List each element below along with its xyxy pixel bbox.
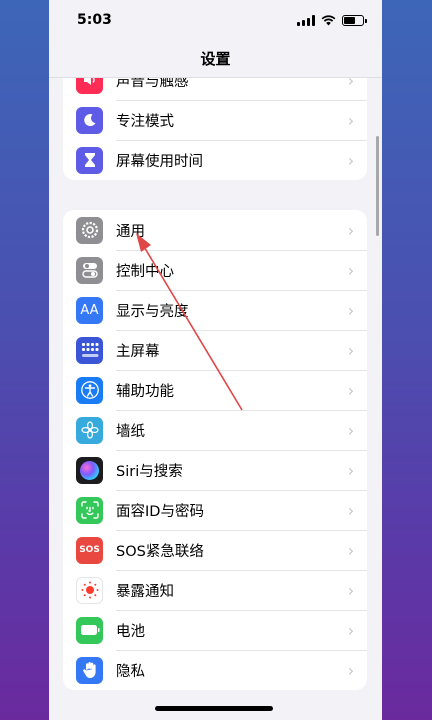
settings-row-privacy[interactable]: 隐私 › — [63, 650, 367, 690]
settings-row-face-id[interactable]: 面容ID与密码 › — [63, 490, 367, 530]
hand-icon — [76, 656, 103, 684]
status-icons — [297, 14, 367, 26]
chevron-right-icon: › — [347, 500, 355, 520]
grid-icon — [76, 336, 103, 364]
page-title: 设置 — [200, 50, 231, 68]
battery-icon — [76, 616, 103, 644]
settings-row-label: SOS紧急联络 — [116, 543, 204, 560]
exposure-icon — [76, 576, 103, 604]
settings-row-label: 主屏幕 — [116, 343, 160, 360]
battery-status-icon — [342, 14, 367, 26]
home-indicator[interactable] — [155, 706, 273, 711]
chevron-right-icon: › — [347, 110, 355, 130]
chevron-right-icon: › — [347, 260, 355, 280]
chevron-right-icon: › — [347, 220, 355, 240]
settings-row-display[interactable]: AA 显示与亮度 › — [63, 290, 367, 330]
settings-row-label: 隐私 — [116, 663, 145, 680]
settings-row-exposure[interactable]: 暴露通知 › — [63, 570, 367, 610]
settings-row-general[interactable]: 通用 › — [63, 210, 367, 250]
sos-glyph: SOS — [79, 545, 100, 555]
status-time: 5:03 — [77, 12, 112, 28]
chevron-right-icon: › — [347, 420, 355, 440]
settings-group-2: 通用 › 控制中心 › AA 显示与亮度 › 主屏幕 › 辅助功能 › 墙纸 ›… — [63, 210, 367, 690]
settings-row-label: 屏幕使用时间 — [116, 153, 203, 170]
settings-row-label: 电池 — [116, 623, 145, 640]
settings-screen: 5:03 设置 声音与触感 › 专注模式 › 屏幕使用时间 › 通用 › 控制中… — [49, 0, 382, 720]
gear-icon — [76, 216, 103, 244]
sos-icon: SOS — [76, 536, 103, 564]
settings-row-control-center[interactable]: 控制中心 › — [63, 250, 367, 290]
siri-icon — [76, 456, 103, 484]
accessibility-icon — [76, 376, 103, 404]
settings-row-label: Siri与搜索 — [116, 463, 183, 480]
cellular-signal-icon — [297, 14, 315, 26]
chevron-right-icon: › — [347, 620, 355, 640]
settings-row-label: 暴露通知 — [116, 583, 174, 600]
chevron-right-icon: › — [347, 540, 355, 560]
status-bar: 5:03 — [49, 0, 382, 40]
chevron-right-icon: › — [347, 150, 355, 170]
chevron-right-icon: › — [347, 380, 355, 400]
chevron-right-icon: › — [347, 660, 355, 680]
scrollbar[interactable] — [376, 136, 379, 236]
settings-row-label: 通用 — [116, 223, 145, 240]
chevron-right-icon: › — [347, 580, 355, 600]
nav-bar: 设置 — [49, 40, 382, 78]
settings-row-label: 面容ID与密码 — [116, 503, 204, 520]
moon-icon — [76, 106, 103, 134]
settings-row-siri[interactable]: Siri与搜索 › — [63, 450, 367, 490]
settings-group-1: 声音与触感 › 专注模式 › 屏幕使用时间 › — [63, 60, 367, 180]
settings-row-label: 显示与亮度 — [116, 303, 189, 320]
settings-row-focus[interactable]: 专注模式 › — [63, 100, 367, 140]
wifi-icon — [321, 14, 336, 25]
chevron-right-icon: › — [347, 300, 355, 320]
toggles-icon — [76, 256, 103, 284]
chevron-right-icon: › — [347, 340, 355, 360]
settings-row-accessibility[interactable]: 辅助功能 › — [63, 370, 367, 410]
settings-row-battery[interactable]: 电池 › — [63, 610, 367, 650]
flower-icon — [76, 416, 103, 444]
settings-row-wallpaper[interactable]: 墙纸 › — [63, 410, 367, 450]
settings-row-label: 控制中心 — [116, 263, 174, 280]
settings-row-label: 墙纸 — [116, 423, 145, 440]
hourglass-icon — [76, 146, 103, 174]
aa-glyph: AA — [80, 302, 99, 318]
aa-icon: AA — [76, 296, 103, 324]
faceid-icon — [76, 496, 103, 524]
settings-row-screen-time[interactable]: 屏幕使用时间 › — [63, 140, 367, 180]
chevron-right-icon: › — [347, 460, 355, 480]
settings-row-sos[interactable]: SOS SOS紧急联络 › — [63, 530, 367, 570]
settings-row-label: 专注模式 — [116, 113, 174, 130]
settings-row-label: 辅助功能 — [116, 383, 174, 400]
settings-row-home-screen[interactable]: 主屏幕 › — [63, 330, 367, 370]
